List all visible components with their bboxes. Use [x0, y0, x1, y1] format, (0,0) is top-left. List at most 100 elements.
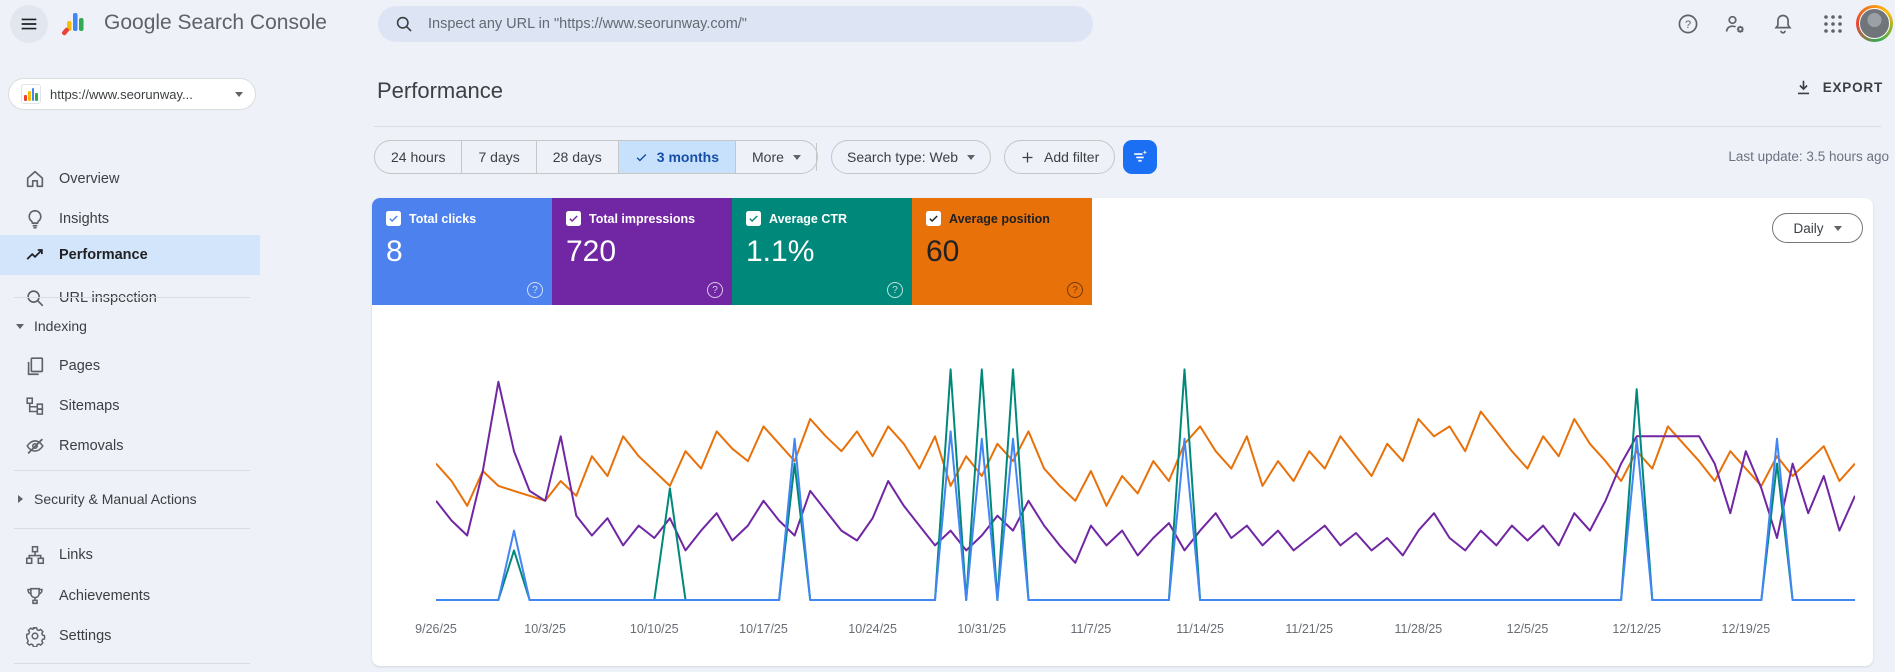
- url-inspection-searchbox[interactable]: [378, 6, 1093, 42]
- main-content: Performance EXPORT 24 hours 7 days 28 da…: [260, 48, 1895, 672]
- sitemap-icon: [26, 397, 44, 415]
- granularity-label: Daily: [1793, 220, 1824, 236]
- metric-value: 1.1%: [746, 235, 815, 268]
- metric-label: Total clicks: [409, 211, 477, 226]
- notifications-bell-icon[interactable]: [1771, 12, 1795, 36]
- range-7-days[interactable]: 7 days: [461, 141, 535, 173]
- sidebar-item-label: Sitemaps: [59, 398, 120, 414]
- add-filter-chip[interactable]: Add filter: [1004, 140, 1116, 174]
- x-axis-tick-label: 12/19/25: [1721, 622, 1771, 636]
- chevron-down-icon: [792, 154, 801, 160]
- hamburger-menu-button[interactable]: [10, 5, 48, 43]
- checkbox-checked-icon[interactable]: [746, 211, 761, 226]
- x-axis-tick-label: 12/12/25: [1612, 622, 1662, 636]
- sidebar-item-achievements[interactable]: Achievements: [0, 576, 260, 616]
- chevron-down-icon: [967, 154, 976, 160]
- range-label: More: [752, 149, 784, 165]
- sidebar-item-pages[interactable]: Pages: [0, 346, 260, 386]
- manage-account-icon[interactable]: [1723, 12, 1747, 36]
- filter-row: 24 hours 7 days 28 days 3 months More Se…: [374, 140, 1889, 176]
- metric-card-total-clicks[interactable]: Total clicks 8 ?: [372, 198, 552, 305]
- avatar-photo: [1859, 8, 1890, 39]
- property-selector[interactable]: https://www.seorunway...: [8, 78, 256, 110]
- x-axis-tick-label: 11/28/25: [1394, 622, 1443, 636]
- product-name[interactable]: Google Search Console: [104, 11, 327, 35]
- sidebar-divider: [14, 470, 250, 471]
- search-input[interactable]: [428, 16, 1077, 32]
- help-icon[interactable]: ?: [887, 282, 903, 298]
- chart-plot-area[interactable]: [436, 344, 1855, 604]
- avatar[interactable]: [1856, 5, 1893, 42]
- export-button[interactable]: EXPORT: [1794, 78, 1883, 97]
- export-label: EXPORT: [1822, 80, 1883, 95]
- metric-card-average-ctr[interactable]: Average CTR 1.1% ?: [732, 198, 912, 305]
- x-axis-tick-label: 11/7/25: [1070, 622, 1112, 636]
- page-title: Performance: [377, 78, 503, 103]
- performance-chart-card: Total clicks 8 ? Total impressions 720 ?…: [372, 198, 1873, 666]
- lightbulb-icon: [28, 209, 42, 229]
- search-console-logo-icon[interactable]: [59, 9, 93, 39]
- sidebar-item-label: URL inspection: [59, 290, 157, 306]
- sidebar-group-indexing[interactable]: Indexing: [0, 309, 260, 343]
- checkbox-checked-icon[interactable]: [386, 211, 401, 226]
- sidebar-item-insights[interactable]: Insights: [0, 199, 260, 239]
- filter-separator: [816, 143, 817, 171]
- range-3-months[interactable]: 3 months: [617, 141, 736, 173]
- apps-grid-icon[interactable]: [1821, 12, 1845, 36]
- chevron-down-icon: [1833, 225, 1842, 231]
- sidebar-item-label: Settings: [59, 628, 112, 644]
- hamburger-icon: [21, 18, 37, 30]
- metric-label: Total impressions: [589, 211, 696, 226]
- sidebar-item-label: Performance: [59, 247, 148, 263]
- performance-chart: [436, 368, 1855, 601]
- sidebar-item-removals[interactable]: Removals: [0, 426, 260, 466]
- metric-value: 720: [566, 235, 617, 268]
- property-label: https://www.seorunway...: [50, 86, 193, 102]
- pages-icon: [27, 357, 44, 376]
- links-tree-icon: [25, 545, 45, 565]
- sidebar-item-links[interactable]: Links: [0, 535, 260, 575]
- range-label: 28 days: [552, 149, 602, 165]
- chevron-collapsed-icon: [18, 495, 23, 503]
- help-icon[interactable]: ?: [707, 282, 723, 298]
- top-app-bar: Google Search Console ?: [0, 0, 1895, 48]
- metric-card-total-impressions[interactable]: Total impressions 720 ?: [552, 198, 732, 305]
- filter-settings-button[interactable]: [1123, 140, 1157, 174]
- download-icon: [1797, 80, 1809, 95]
- search-type-chip[interactable]: Search type: Web: [831, 140, 992, 174]
- checkbox-checked-icon[interactable]: [566, 211, 581, 226]
- sidebar-divider: [14, 528, 250, 529]
- x-axis-tick-label: 10/31/25: [957, 622, 1007, 636]
- sidebar-item-label: Links: [59, 547, 93, 563]
- range-28-days[interactable]: 28 days: [535, 141, 618, 173]
- metric-value: 8: [386, 235, 403, 268]
- help-icon[interactable]: ?: [1676, 12, 1700, 36]
- date-range-segmented-control: 24 hours 7 days 28 days 3 months More: [374, 140, 818, 174]
- checkbox-checked-icon[interactable]: [926, 211, 941, 226]
- help-icon[interactable]: ?: [527, 282, 543, 298]
- sidebar-item-sitemaps[interactable]: Sitemaps: [0, 386, 260, 426]
- x-axis-tick-label: 12/5/25: [1506, 622, 1549, 636]
- range-24-hours[interactable]: 24 hours: [375, 141, 461, 173]
- x-axis-tick-label: 10/3/25: [524, 622, 566, 636]
- x-axis-tick-label: 10/24/25: [848, 622, 897, 636]
- check-icon: [636, 153, 647, 161]
- x-axis-tick-label: 9/26/25: [415, 622, 457, 636]
- x-axis-tick-label: 10/17/25: [739, 622, 788, 636]
- trophy-icon: [27, 587, 43, 605]
- sidebar-item-settings[interactable]: Settings: [0, 616, 260, 656]
- sidebar-item-performance[interactable]: Performance: [0, 235, 260, 275]
- range-label: 24 hours: [391, 149, 446, 165]
- metric-label: Average CTR: [769, 211, 848, 226]
- sidebar-item-label: Insights: [59, 211, 109, 227]
- eye-off-icon: [26, 438, 44, 454]
- x-axis-tick-label: 11/14/25: [1176, 622, 1224, 636]
- help-icon[interactable]: ?: [1067, 282, 1083, 298]
- range-more[interactable]: More: [735, 141, 817, 173]
- sidebar-item-overview[interactable]: Overview: [0, 159, 260, 199]
- granularity-dropdown[interactable]: Daily: [1772, 213, 1863, 243]
- range-label: 3 months: [656, 149, 720, 165]
- sidebar-group-security[interactable]: Security & Manual Actions: [0, 482, 260, 516]
- search-type-label: Search type: Web: [847, 149, 959, 165]
- metric-card-average-position[interactable]: Average position 60 ?: [912, 198, 1092, 305]
